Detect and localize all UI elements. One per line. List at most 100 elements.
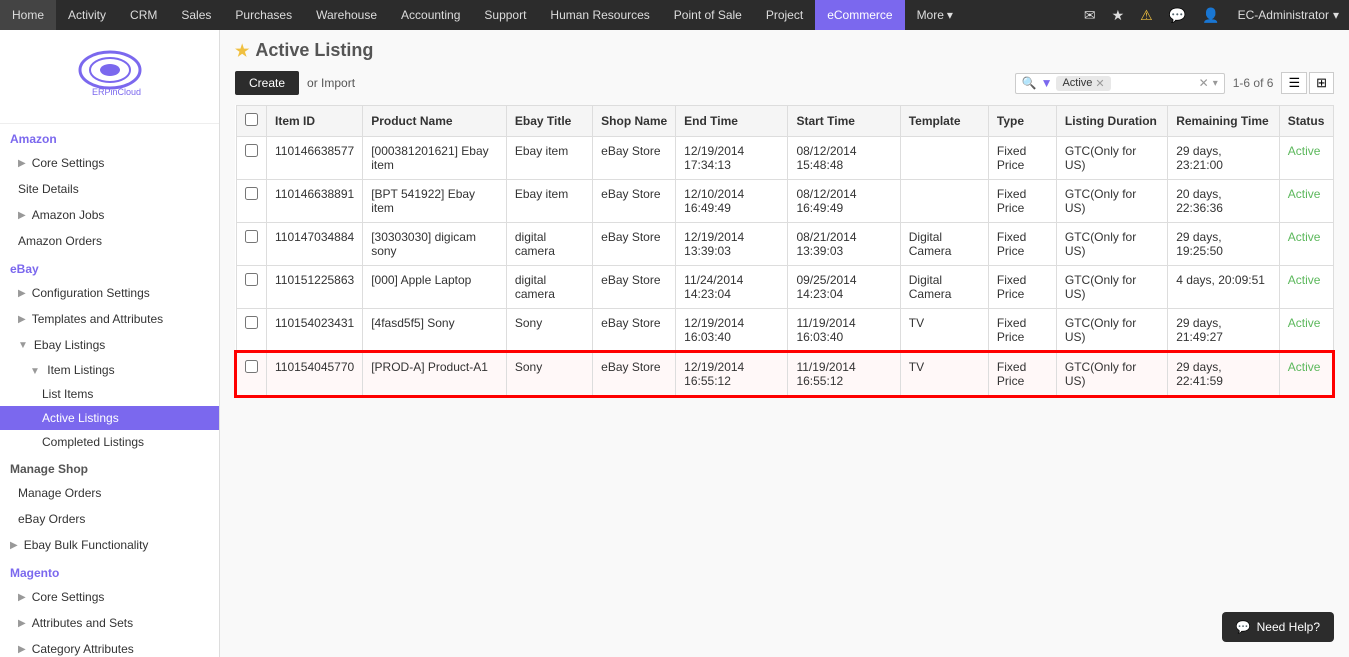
cell-start-time: 08/21/2014 13:39:03 — [788, 223, 900, 266]
row-checkbox[interactable] — [245, 273, 258, 286]
table-row[interactable]: 110154045770 [PROD-A] Product-A1 Sony eB… — [236, 352, 1333, 396]
sidebar-item-core-settings-magento[interactable]: ▶ Core Settings — [0, 584, 219, 610]
nav-accounting[interactable]: Accounting — [389, 0, 472, 30]
nav-activity[interactable]: Activity — [56, 0, 118, 30]
section-magento: Magento — [0, 558, 219, 584]
chat-icon[interactable]: 💬 — [1161, 7, 1194, 24]
nav-warehouse[interactable]: Warehouse — [304, 0, 389, 30]
cell-status: Active — [1279, 309, 1333, 353]
th-end-time: End Time — [676, 106, 788, 137]
table-row[interactable]: 110147034884 [30303030] digicam sony dig… — [236, 223, 1333, 266]
sidebar-item-ebay-bulk[interactable]: ▶ Ebay Bulk Functionality — [0, 532, 219, 558]
nav-purchases[interactable]: Purchases — [223, 0, 304, 30]
clear-search-icon[interactable]: ✕ — [1199, 76, 1209, 90]
row-checkbox[interactable] — [245, 316, 258, 329]
cell-end-time: 12/19/2014 16:55:12 — [676, 352, 788, 396]
listings-table: Item ID Product Name Ebay Title Shop Nam… — [235, 105, 1334, 397]
cell-ebay-title: Ebay item — [506, 180, 592, 223]
expand-sub-arrow-icon: ▼ — [30, 366, 40, 377]
row-checkbox[interactable] — [245, 144, 258, 157]
cell-template — [900, 137, 988, 180]
cell-start-time: 09/25/2014 14:23:04 — [788, 266, 900, 309]
page-title: ★ Active Listing — [235, 40, 373, 61]
cell-end-time: 12/19/2014 13:39:03 — [676, 223, 788, 266]
cell-ebay-title: Sony — [506, 352, 592, 396]
nav-project[interactable]: Project — [754, 0, 815, 30]
cell-remaining-time: 4 days, 20:09:51 — [1168, 266, 1280, 309]
section-ebay: eBay — [0, 254, 219, 280]
cell-item-id: 110154045770 — [267, 352, 363, 396]
toolbar-left: Create or Import — [235, 71, 359, 95]
sidebar-item-completed-listings[interactable]: Completed Listings — [0, 430, 219, 454]
table-row[interactable]: 110146638577 [000381201621] Ebay item Eb… — [236, 137, 1333, 180]
sidebar-item-amazon-jobs[interactable]: ▶ Amazon Jobs — [0, 202, 219, 228]
sidebar-item-ebay-orders[interactable]: eBay Orders — [0, 506, 219, 532]
sidebar-item-ebay-listings[interactable]: ▼ Ebay Listings — [0, 332, 219, 358]
help-widget[interactable]: 💬 Need Help? — [1222, 612, 1334, 642]
nav-crm[interactable]: CRM — [118, 0, 169, 30]
sidebar-item-item-listings[interactable]: ▼ Item Listings — [0, 358, 219, 382]
nav-ecommerce[interactable]: eCommerce — [815, 0, 904, 30]
create-button[interactable]: Create — [235, 71, 299, 95]
sidebar-item-active-listings[interactable]: Active Listings — [0, 406, 219, 430]
favorites-icon[interactable]: ★ — [1104, 7, 1133, 24]
select-all-checkbox[interactable] — [245, 113, 258, 126]
sidebar-item-category-attributes[interactable]: ▶ Category Attributes — [0, 636, 219, 657]
logo: ERPinCloud — [0, 30, 219, 124]
table-row[interactable]: 110146638891 [BPT 541922] Ebay item Ebay… — [236, 180, 1333, 223]
cell-type: Fixed Price — [988, 309, 1056, 353]
sidebar-item-core-settings-amazon[interactable]: ▶ Core Settings — [0, 150, 219, 176]
search-input[interactable] — [1115, 76, 1195, 90]
cell-remaining-time: 29 days, 19:25:50 — [1168, 223, 1280, 266]
table-header-row: Item ID Product Name Ebay Title Shop Nam… — [236, 106, 1333, 137]
expand-arrow-icon: ▶ — [18, 592, 26, 603]
cell-type: Fixed Price — [988, 180, 1056, 223]
sidebar-item-manage-orders[interactable]: Manage Orders — [0, 480, 219, 506]
more-arrow-icon: ▾ — [947, 8, 953, 22]
cell-shop-name: eBay Store — [593, 180, 676, 223]
sidebar-item-config-settings[interactable]: ▶ Configuration Settings — [0, 280, 219, 306]
expand-arrow-icon: ▶ — [18, 314, 26, 325]
alert-icon[interactable]: ⚠ — [1132, 7, 1161, 24]
th-type: Type — [988, 106, 1056, 137]
nav-support[interactable]: Support — [472, 0, 538, 30]
cell-item-id: 110154023431 — [267, 309, 363, 353]
list-view-button[interactable]: ☰ — [1281, 72, 1307, 94]
filter-remove-icon[interactable]: ✕ — [1095, 77, 1104, 90]
view-toggle: ☰ ⊞ — [1281, 72, 1334, 94]
row-checkbox[interactable] — [245, 187, 258, 200]
sidebar-item-amazon-orders[interactable]: Amazon Orders — [0, 228, 219, 254]
cell-shop-name: eBay Store — [593, 223, 676, 266]
email-icon[interactable]: ✉ — [1076, 7, 1104, 24]
search-dropdown-icon[interactable]: ▾ — [1213, 78, 1218, 89]
nav-hr[interactable]: Human Resources — [538, 0, 661, 30]
user-menu[interactable]: EC-Administrator ▾ — [1228, 8, 1349, 22]
cell-end-time: 11/24/2014 14:23:04 — [676, 266, 788, 309]
th-ebay-title: Ebay Title — [506, 106, 592, 137]
favorite-star-icon[interactable]: ★ — [235, 41, 249, 61]
table-row[interactable]: 110151225863 [000] Apple Laptop digital … — [236, 266, 1333, 309]
table-row[interactable]: 110154023431 [4fasd5f5] Sony Sony eBay S… — [236, 309, 1333, 353]
row-checkbox[interactable] — [245, 360, 258, 373]
nav-home[interactable]: Home — [0, 0, 56, 30]
cell-product-name: [BPT 541922] Ebay item — [363, 180, 507, 223]
nav-pos[interactable]: Point of Sale — [662, 0, 754, 30]
sidebar-item-site-details[interactable]: Site Details — [0, 176, 219, 202]
expand-arrow-icon: ▶ — [10, 540, 18, 551]
sidebar-item-list-items[interactable]: List Items — [0, 382, 219, 406]
cell-remaining-time: 29 days, 23:21:00 — [1168, 137, 1280, 180]
nav-more[interactable]: More ▾ — [905, 0, 965, 30]
row-checkbox-cell — [236, 352, 267, 396]
filter-icon[interactable]: ▼ — [1041, 76, 1053, 90]
grid-view-button[interactable]: ⊞ — [1309, 72, 1334, 94]
cell-status: Active — [1279, 266, 1333, 309]
th-checkbox[interactable] — [236, 106, 267, 137]
row-checkbox[interactable] — [245, 230, 258, 243]
row-checkbox-cell — [236, 223, 267, 266]
cell-listing-duration: GTC(Only for US) — [1056, 266, 1167, 309]
profile-icon[interactable]: 👤 — [1194, 7, 1227, 24]
nav-sales[interactable]: Sales — [169, 0, 223, 30]
sidebar-item-templates-attributes[interactable]: ▶ Templates and Attributes — [0, 306, 219, 332]
sidebar-item-attributes-sets[interactable]: ▶ Attributes and Sets — [0, 610, 219, 636]
cell-type: Fixed Price — [988, 137, 1056, 180]
